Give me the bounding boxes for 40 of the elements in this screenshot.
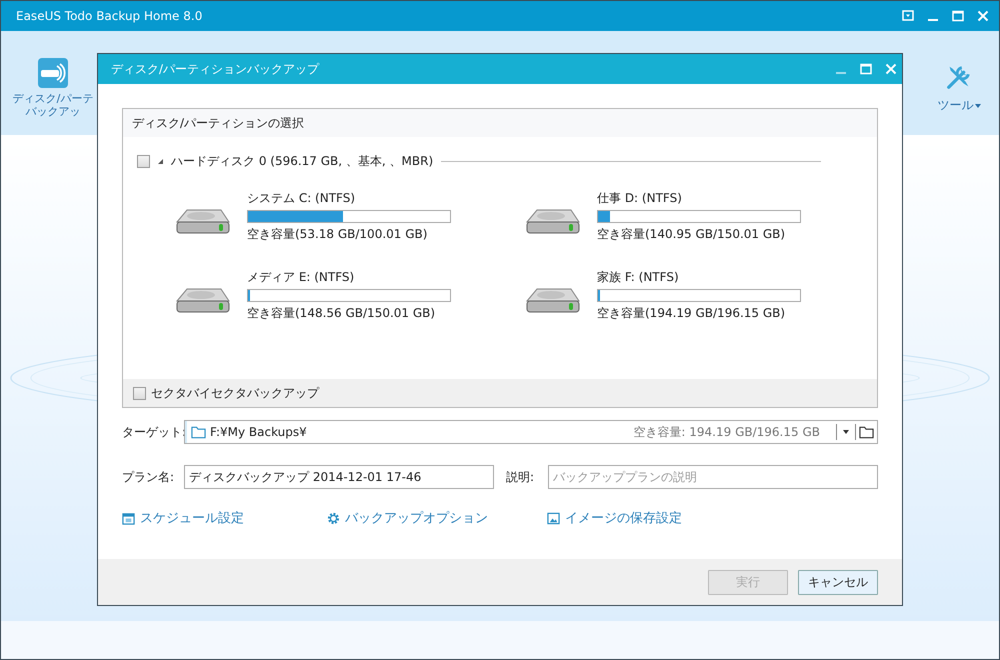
checkbox[interactable] <box>133 386 146 400</box>
calendar-icon[interactable] <box>122 512 135 524</box>
toolbar-label[interactable]: ディスク/パーテ <box>12 92 94 105</box>
description-label: 説明: <box>506 468 536 486</box>
free-space-text: 空き容量(53.18 GB/100.01 GB) <box>247 226 428 243</box>
plan-name-field[interactable]: ディスクバックアップ 2014-12-01 17-46 <box>184 465 494 489</box>
description-field[interactable]: バックアッププランの説明 <box>548 465 878 489</box>
close-icon[interactable] <box>885 63 897 75</box>
disk-label: ハードディスク 0 (596.17 GB, 、基本, 、MBR) <box>171 153 434 170</box>
disk-backup-icon[interactable] <box>38 58 68 88</box>
maximize-icon[interactable] <box>860 63 872 75</box>
settings-link[interactable]: スケジュール設定 <box>140 509 244 527</box>
gear-icon[interactable] <box>327 512 340 524</box>
image-icon[interactable] <box>547 512 560 524</box>
settings-link[interactable]: イメージの保存設定 <box>565 509 682 527</box>
window-title: EaseUS Todo Backup Home 8.0 <box>16 9 204 23</box>
partition-name: 仕事 D: (NTFS) <box>597 190 683 207</box>
partition-name: メディア E: (NTFS) <box>247 269 356 286</box>
plan-name-label: プラン名: <box>122 468 176 486</box>
free-space-text: 空き容量(194.19 GB/196.15 GB) <box>597 305 786 322</box>
folder-icon[interactable] <box>859 425 874 439</box>
maximize-icon[interactable] <box>952 10 964 22</box>
checkbox[interactable] <box>137 155 150 168</box>
settings-link[interactable]: バックアップオプション <box>345 509 488 527</box>
expander-icon[interactable] <box>158 159 163 164</box>
tools-menu[interactable]: ツール <box>938 97 974 114</box>
target-field[interactable]: F:¥My Backups¥ 空き容量: 194.19 GB/196.15 GB <box>184 420 878 444</box>
close-icon[interactable] <box>977 10 989 22</box>
free-space-text: 空き容量(148.56 GB/150.01 GB) <box>247 305 436 322</box>
free-space-text: 空き容量(140.95 GB/150.01 GB) <box>597 226 786 243</box>
partition-name: システム C: (NTFS) <box>247 190 356 207</box>
checkbox-label[interactable]: セクタバイセクタバックアップ <box>151 384 319 402</box>
dialog-button[interactable]: キャンセル <box>798 570 878 594</box>
panel-title: ディスク/パーティションの選択 <box>132 114 304 132</box>
dialog-title: ディスク/パーティションバックアップ <box>111 60 320 78</box>
dropdown-icon[interactable] <box>902 10 914 22</box>
folder-icon <box>191 425 206 439</box>
caret-icon[interactable] <box>843 430 849 434</box>
toolbar-label[interactable]: バックアッ <box>26 105 80 118</box>
partition-name: 家族 F: (NTFS) <box>597 269 680 286</box>
